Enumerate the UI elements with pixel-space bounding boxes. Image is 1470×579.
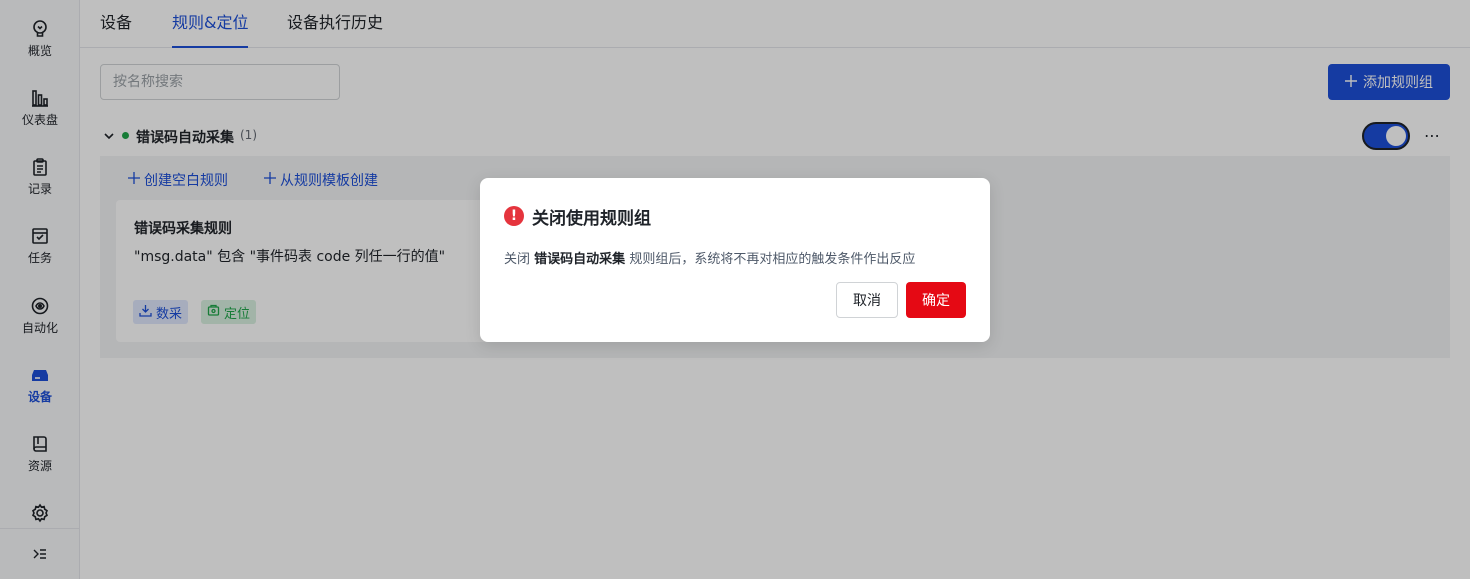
cancel-button[interactable]: 取消 [836, 282, 898, 318]
dialog-message-prefix: 关闭 [504, 252, 531, 267]
dialog-title: 关闭使用规则组 [532, 209, 651, 229]
dialog-message: 关闭 错误码自动采集 规则组后，系统将不再对相应的触发条件作出反应 [504, 248, 915, 267]
warning-icon: ! [504, 206, 524, 226]
dialog-message-suffix: 规则组后，系统将不再对相应的触发条件作出反应 [629, 252, 916, 267]
confirm-dialog: ! 关闭使用规则组 关闭 错误码自动采集 规则组后，系统将不再对相应的触发条件作… [480, 178, 990, 342]
dialog-message-group: 错误码自动采集 [534, 252, 626, 267]
confirm-button[interactable]: 确定 [906, 282, 966, 318]
